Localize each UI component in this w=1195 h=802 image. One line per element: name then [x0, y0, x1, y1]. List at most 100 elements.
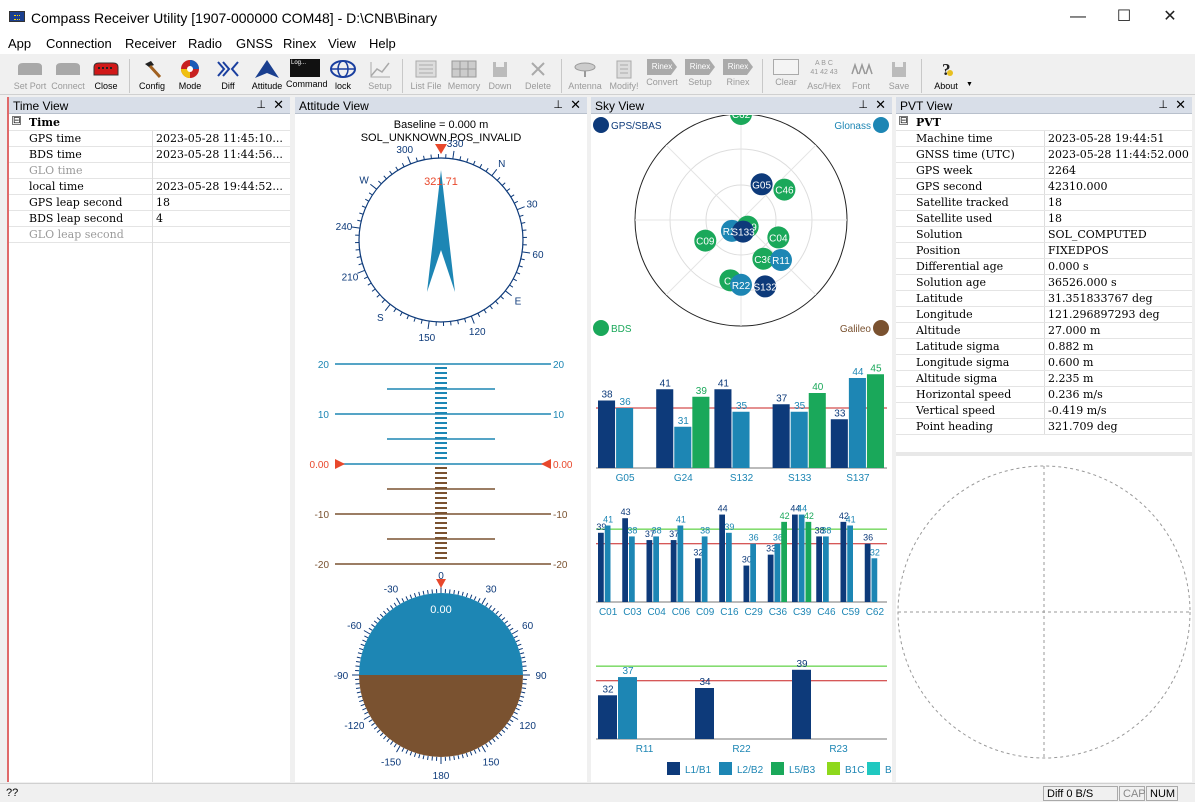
property-row[interactable]: Horizontal speed 0.236 m/s [896, 387, 1192, 403]
compass-tick [522, 251, 531, 254]
pin-icon[interactable]: ⊥ [553, 98, 563, 111]
modify-button[interactable]: Modify! [606, 57, 642, 93]
snr-bar [830, 419, 848, 468]
ascii-hex-button[interactable]: A B C 41 42 43 Asc/Hex [806, 57, 842, 93]
clear-button[interactable]: Clear [768, 57, 804, 93]
compass-label: 60 [532, 250, 544, 261]
property-row[interactable]: GLO time [9, 163, 290, 179]
roll-tick [362, 707, 367, 711]
menu-gnss[interactable]: GNSS [236, 36, 273, 51]
property-row[interactable]: GPS week 2264 [896, 163, 1192, 179]
menu-view[interactable]: View [328, 36, 356, 51]
rinex-button[interactable]: Rinex Rinex [719, 57, 757, 93]
pin-icon[interactable]: ⊥ [1158, 98, 1168, 111]
compass-tick [358, 263, 363, 266]
property-row[interactable]: BDS time 2023-05-28 11:44:56... [9, 147, 290, 163]
property-row[interactable]: Longitude sigma 0.600 m [896, 355, 1192, 371]
pvt-section-row[interactable]: ⊟ PVT [896, 115, 1192, 131]
connect-button[interactable]: Connect [50, 57, 86, 93]
collapse-icon[interactable]: ⊟ [12, 116, 21, 125]
diff-button[interactable]: Diff [210, 57, 246, 93]
property-name: Longitude [916, 308, 973, 321]
property-row[interactable]: Altitude 27.000 m [896, 323, 1192, 339]
property-row[interactable]: BDS leap second 4 [9, 211, 290, 227]
property-row[interactable]: Solution SOL_COMPUTED [896, 227, 1192, 243]
mode-button[interactable]: Mode [172, 57, 208, 93]
menu-app[interactable]: App [8, 36, 31, 51]
down-button[interactable]: Down [484, 57, 516, 93]
menu-rinex[interactable]: Rinex [283, 36, 316, 51]
list-file-button[interactable]: List File [406, 57, 446, 93]
about-dropdown-icon[interactable]: ▼ [966, 81, 973, 88]
snr-category-label: C36 [769, 607, 788, 618]
property-row[interactable]: Differential age 0.000 s [896, 259, 1192, 275]
font-button[interactable]: Font [844, 57, 878, 93]
compass-tick [477, 313, 481, 318]
roll-tick [520, 652, 525, 655]
set-port-button[interactable]: Set Port [10, 57, 50, 93]
save-button[interactable]: Save [882, 57, 916, 93]
property-row[interactable]: Machine time 2023-05-28 19:44:51 [896, 131, 1192, 147]
property-row[interactable]: Vertical speed -0.419 m/s [896, 403, 1192, 419]
property-row[interactable]: Latitude sigma 0.882 m [896, 339, 1192, 355]
pvt-splitter[interactable] [896, 452, 1192, 456]
property-row[interactable]: Solution age 36526.000 s [896, 275, 1192, 291]
property-row[interactable]: Satellite used 18 [896, 211, 1192, 227]
pin-icon[interactable]: ⊥ [256, 98, 266, 111]
convert-button[interactable]: Rinex Convert [643, 57, 681, 93]
menu-radio[interactable]: Radio [188, 36, 222, 51]
delete-button[interactable]: Delete [520, 57, 556, 93]
menu-connection[interactable]: Connection [46, 36, 112, 51]
property-row[interactable]: GNSS time (UTC) 2023-05-28 11:44:52.000 [896, 147, 1192, 163]
property-row[interactable]: Satellite tracked 18 [896, 195, 1192, 211]
property-row[interactable]: GPS leap second 18 [9, 195, 290, 211]
close-icon[interactable]: ✕ [1175, 97, 1186, 113]
attitude-button[interactable]: Attitude [248, 57, 286, 93]
rinex-icon: Rinex [723, 59, 753, 75]
roll-tick [507, 722, 511, 726]
setup-button[interactable]: Setup [362, 57, 398, 93]
property-row[interactable]: GLO leap second [9, 227, 290, 243]
pin-icon[interactable]: ⊥ [858, 98, 868, 111]
close-icon[interactable]: ✕ [273, 97, 284, 113]
property-row[interactable]: Latitude 31.351833767 deg [896, 291, 1192, 307]
config-button[interactable]: Config [134, 57, 170, 93]
time-section-row[interactable]: ⊟ Time [9, 115, 290, 131]
roll-tick [371, 624, 375, 628]
property-row[interactable]: Longitude 121.296897293 deg [896, 307, 1192, 323]
close-icon[interactable]: ✕ [570, 97, 581, 113]
close-window-button[interactable]: ✕ [1147, 0, 1193, 34]
property-row[interactable]: GPS second 42310.000 [896, 179, 1192, 195]
roll-tick [409, 751, 413, 756]
maximize-button[interactable]: ☐ [1101, 0, 1147, 34]
roll-tick [507, 624, 511, 628]
attitude-view-title: Attitude View [299, 99, 369, 113]
terminal-icon: Log... [290, 59, 320, 77]
close-icon[interactable]: ✕ [875, 97, 886, 113]
property-row[interactable]: Altitude sigma 2.235 m [896, 371, 1192, 387]
minimize-button[interactable]: — [1055, 0, 1101, 34]
snr-bar [695, 558, 701, 602]
about-button[interactable]: ? About [926, 57, 966, 93]
memory-button[interactable]: Memory [446, 57, 482, 93]
property-row[interactable]: Point heading 321.709 deg [896, 419, 1192, 435]
property-row[interactable]: GPS time 2023-05-28 11:45:10... [9, 131, 290, 147]
menu-receiver[interactable]: Receiver [125, 36, 176, 51]
compass-tick [496, 177, 501, 181]
compass-tick [506, 188, 511, 192]
snr-bar [629, 536, 635, 602]
menu-help[interactable]: Help [369, 36, 396, 51]
snr-bar [848, 378, 866, 468]
antenna-button[interactable]: Antenna [566, 57, 604, 93]
roll-tick [413, 752, 417, 757]
compass-tick [393, 308, 397, 313]
close-port-button[interactable]: Close [88, 57, 124, 93]
lock-button[interactable]: lock [326, 57, 360, 93]
compass-tick [357, 219, 362, 222]
property-row[interactable]: Position FIXEDPOS [896, 243, 1192, 259]
collapse-icon[interactable]: ⊟ [899, 116, 908, 125]
property-row[interactable]: local time 2023-05-28 19:44:52... [9, 179, 290, 195]
rinex-setup-button[interactable]: Rinex Setup [681, 57, 719, 93]
command-button[interactable]: Log... Command [286, 57, 328, 93]
compass-tick [509, 284, 514, 288]
